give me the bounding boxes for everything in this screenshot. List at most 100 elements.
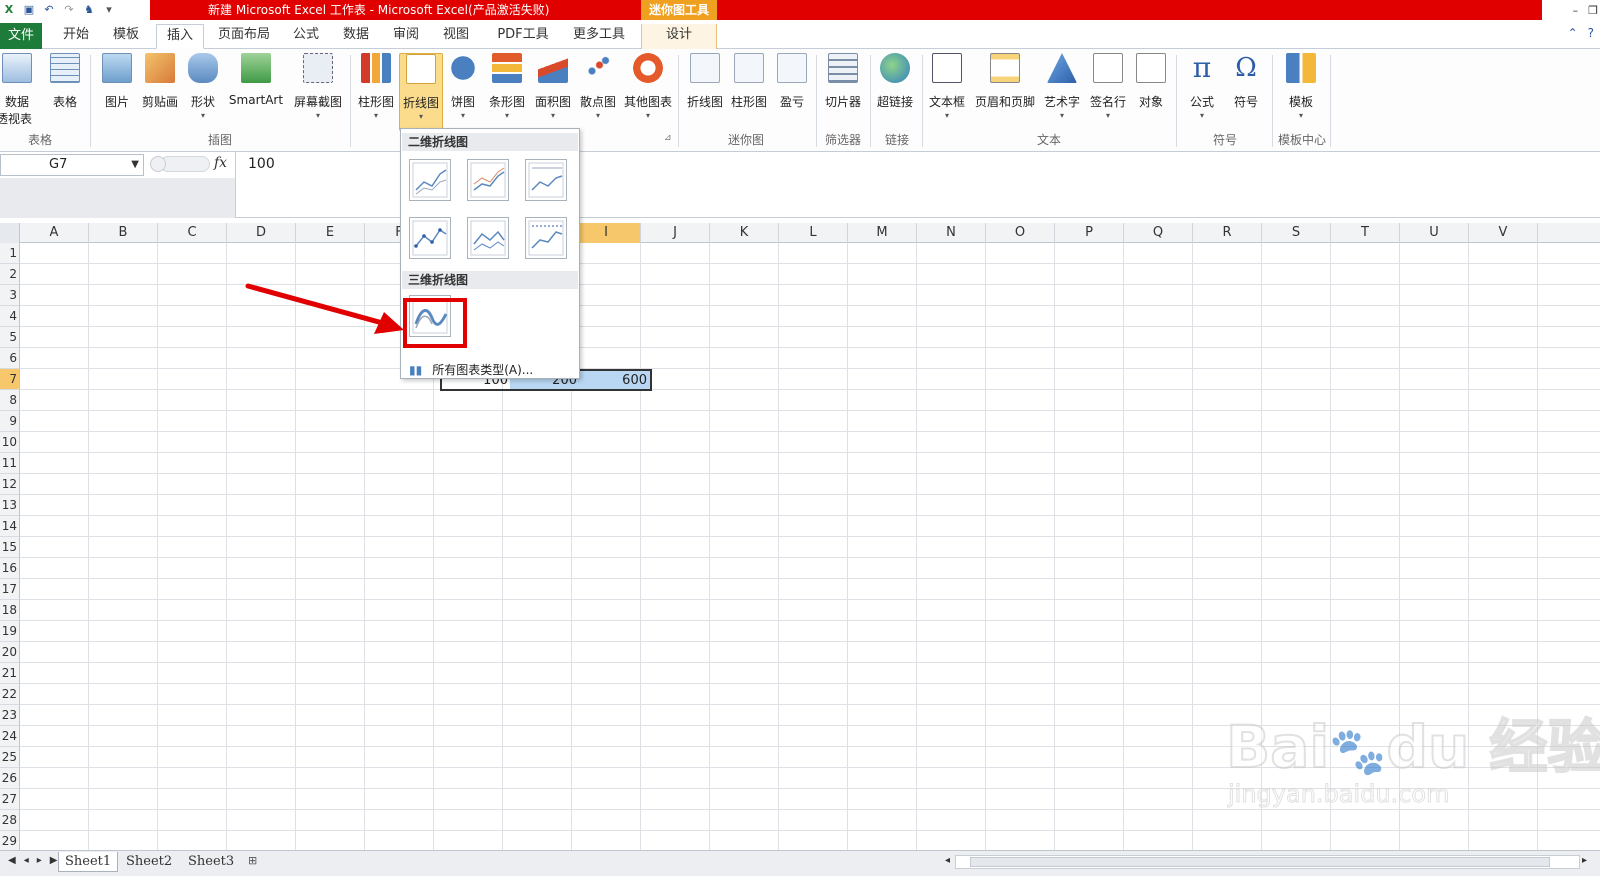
- row-header-22[interactable]: 22: [0, 684, 20, 705]
- wordart-button[interactable]: 艺术字 ▾: [1040, 53, 1084, 120]
- column-header-L[interactable]: L: [779, 223, 848, 243]
- percent-stacked-line-option[interactable]: [525, 159, 567, 201]
- column-chart-button[interactable]: 柱形图 ▾: [356, 53, 396, 120]
- all-chart-types-item[interactable]: ▮▮ 所有图表类型(A)...: [409, 361, 533, 378]
- cell-I7[interactable]: 600: [580, 370, 650, 391]
- column-header-M[interactable]: M: [848, 223, 917, 243]
- tab-design[interactable]: 设计: [641, 24, 717, 49]
- row-header-9[interactable]: 9: [0, 411, 20, 432]
- row-header-6[interactable]: 6: [0, 348, 20, 369]
- column-header-R[interactable]: R: [1193, 223, 1262, 243]
- find-icon[interactable]: ♞: [82, 3, 96, 17]
- last-sheet-icon[interactable]: ▶: [50, 855, 58, 866]
- tab-home[interactable]: 开始: [56, 24, 96, 49]
- column-header-K[interactable]: K: [710, 223, 779, 243]
- column-header-T[interactable]: T: [1331, 223, 1400, 243]
- tab-more-tools[interactable]: 更多工具: [566, 24, 632, 49]
- row-header-7[interactable]: 7: [0, 369, 20, 390]
- row-header-14[interactable]: 14: [0, 516, 20, 537]
- insert-sheet-icon[interactable]: ⊞: [248, 854, 268, 870]
- bar-chart-button[interactable]: 条形图 ▾: [486, 53, 528, 120]
- scroll-left-icon[interactable]: ◂: [945, 855, 950, 866]
- row-header-29[interactable]: 29: [0, 831, 20, 852]
- line-chart-button[interactable]: 折线图 ▾: [399, 53, 443, 131]
- tab-pdf-tools[interactable]: PDF工具: [490, 24, 556, 49]
- smartart-button[interactable]: SmartArt: [226, 53, 286, 107]
- row-header-18[interactable]: 18: [0, 600, 20, 621]
- sheet-tab-3[interactable]: Sheet3: [182, 852, 240, 872]
- column-header-A[interactable]: A: [20, 223, 89, 243]
- row-header-12[interactable]: 12: [0, 474, 20, 495]
- minimize-icon[interactable]: –: [1573, 4, 1579, 17]
- sparkline-winloss-button[interactable]: 盈亏: [776, 53, 808, 110]
- area-chart-button[interactable]: 面积图 ▾: [532, 53, 574, 120]
- scrollbar-thumb[interactable]: [970, 857, 1550, 867]
- row-header-26[interactable]: 26: [0, 768, 20, 789]
- column-header-U[interactable]: U: [1400, 223, 1469, 243]
- tab-review[interactable]: 审阅: [386, 24, 426, 49]
- percent-line-markers-option[interactable]: [525, 217, 567, 259]
- slicer-button[interactable]: 切片器: [822, 53, 864, 110]
- column-header-Q[interactable]: Q: [1124, 223, 1193, 243]
- row-header-17[interactable]: 17: [0, 579, 20, 600]
- next-sheet-icon[interactable]: ▸: [37, 855, 42, 866]
- customize-qat-icon[interactable]: ▾: [102, 3, 116, 17]
- tab-insert[interactable]: 插入: [156, 24, 204, 49]
- line-chart-option[interactable]: [409, 159, 451, 201]
- line-markers-option[interactable]: [409, 217, 451, 259]
- save-icon[interactable]: ▣: [22, 3, 36, 17]
- pivot-table-button[interactable]: 数据 透视表: [0, 53, 34, 127]
- screenshot-button[interactable]: 屏幕截图 ▾: [290, 53, 346, 120]
- row-header-4[interactable]: 4: [0, 306, 20, 327]
- horizontal-scrollbar[interactable]: [955, 855, 1580, 869]
- select-all-corner[interactable]: [0, 223, 20, 243]
- restore-icon[interactable]: ❐: [1588, 4, 1598, 17]
- tab-view[interactable]: 视图: [436, 24, 476, 49]
- column-header-P[interactable]: P: [1055, 223, 1124, 243]
- row-header-3[interactable]: 3: [0, 285, 20, 306]
- template-button[interactable]: 模板 ▾: [1278, 53, 1324, 120]
- column-header-I[interactable]: I: [572, 223, 641, 243]
- row-header-8[interactable]: 8: [0, 390, 20, 411]
- redo-icon[interactable]: ↷: [62, 3, 76, 17]
- help-icon[interactable]: ?: [1588, 26, 1594, 40]
- tab-formulas[interactable]: 公式: [286, 24, 326, 49]
- clipart-button[interactable]: 剪贴画: [140, 53, 180, 110]
- stacked-line-markers-option[interactable]: [467, 217, 509, 259]
- scatter-chart-button[interactable]: 散点图 ▾: [577, 53, 619, 120]
- signature-line-button[interactable]: 签名行 ▾: [1086, 53, 1130, 120]
- sheet-tab-2[interactable]: Sheet2: [120, 852, 178, 872]
- insert-function-icon[interactable]: fx: [214, 155, 227, 171]
- tab-page-layout[interactable]: 页面布局: [212, 24, 276, 49]
- shapes-button[interactable]: 形状 ▾: [188, 53, 218, 120]
- column-header-V[interactable]: V: [1469, 223, 1538, 243]
- tab-data[interactable]: 数据: [336, 24, 376, 49]
- name-box[interactable]: G7 ▼: [0, 154, 144, 176]
- formula-input[interactable]: 100: [248, 156, 275, 172]
- row-header-13[interactable]: 13: [0, 495, 20, 516]
- picture-button[interactable]: 图片: [100, 53, 134, 110]
- pie-chart-button[interactable]: 饼图 ▾: [448, 53, 478, 120]
- table-button[interactable]: 表格: [48, 53, 82, 110]
- row-header-27[interactable]: 27: [0, 789, 20, 810]
- row-header-28[interactable]: 28: [0, 810, 20, 831]
- charts-dialog-launcher-icon[interactable]: ⊿: [664, 133, 672, 143]
- column-header-O[interactable]: O: [986, 223, 1055, 243]
- sparkline-line-button[interactable]: 折线图: [684, 53, 726, 110]
- row-header-10[interactable]: 10: [0, 432, 20, 453]
- first-sheet-icon[interactable]: ◀: [8, 855, 16, 866]
- other-charts-button[interactable]: 其他图表 ▾: [620, 53, 676, 120]
- column-header-N[interactable]: N: [917, 223, 986, 243]
- hyperlink-button[interactable]: 超链接: [874, 53, 916, 110]
- row-header-25[interactable]: 25: [0, 747, 20, 768]
- column-header-S[interactable]: S: [1262, 223, 1331, 243]
- tab-template[interactable]: 模板: [106, 24, 146, 49]
- row-header-16[interactable]: 16: [0, 558, 20, 579]
- header-footer-button[interactable]: 页眉和页脚: [972, 53, 1038, 110]
- row-header-11[interactable]: 11: [0, 453, 20, 474]
- scroll-right-icon[interactable]: ▸: [1582, 855, 1587, 866]
- tab-file[interactable]: 文件: [0, 23, 42, 49]
- column-header-C[interactable]: C: [158, 223, 227, 243]
- row-header-19[interactable]: 19: [0, 621, 20, 642]
- name-box-dropdown-icon[interactable]: ▼: [131, 155, 139, 175]
